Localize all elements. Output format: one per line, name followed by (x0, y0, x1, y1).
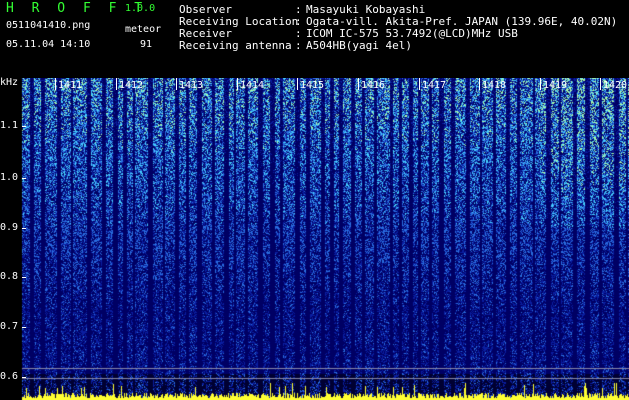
minute-tick (600, 78, 601, 90)
spectrogram-canvas (0, 78, 629, 400)
y-tick-mark (22, 377, 26, 378)
receiver-label: Receiver (179, 27, 232, 40)
location-value: Ogata-vill. Akita-Pref. JAPAN (139.96E, … (306, 15, 618, 28)
minute-label: 1411 (58, 80, 83, 91)
minute-tick (419, 78, 420, 90)
y-tick-label: 0.6 (0, 371, 19, 382)
y-tick-mark (22, 126, 26, 127)
minute-label: 1412 (119, 80, 144, 91)
observer-value: Masayuki Kobayashi (306, 3, 426, 16)
y-tick-label: 0.9 (0, 222, 19, 233)
minute-label: 1419 (543, 80, 568, 91)
antenna-label: Receiving antenna (179, 39, 292, 52)
minute-tick (237, 78, 238, 90)
observer-label: Observer (179, 3, 232, 16)
minute-label: 1418 (482, 80, 507, 91)
header-panel: H R O F F T 1.0.0 0511041410.png meteor … (0, 0, 629, 78)
minute-tick (479, 78, 480, 90)
y-unit-label: kHz (0, 77, 19, 88)
minute-tick (358, 78, 359, 90)
colon: : (295, 39, 302, 52)
minute-tick (55, 78, 56, 90)
y-tick-mark (22, 327, 26, 328)
minute-tick (540, 78, 541, 90)
minute-label: 1414 (240, 80, 265, 91)
location-label: Receiving Location (179, 15, 299, 28)
datetime: 05.11.04 14:10 (6, 39, 91, 50)
minute-label: 1416 (361, 80, 386, 91)
app-version: 1.0.0 (125, 3, 156, 14)
colon: : (295, 15, 302, 28)
antenna-value: A504HB(yagi 4el) (306, 39, 412, 52)
y-tick-label: 1.0 (0, 172, 19, 183)
y-tick-mark (22, 277, 26, 278)
minute-tick (176, 78, 177, 90)
y-tick-label: 0.8 (0, 271, 19, 282)
minute-label: 1417 (422, 80, 447, 91)
minute-tick (297, 78, 298, 90)
colon: : (295, 3, 302, 16)
receiver-value: ICOM IC-575 53.7492(@LCD)MHz USB (306, 27, 518, 40)
colon: : (295, 27, 302, 40)
y-tick-label: 1.1 (0, 120, 19, 131)
minute-label: 1415 (300, 80, 325, 91)
minute-tick (116, 78, 117, 90)
mode-label: meteor (125, 24, 162, 35)
y-tick-label: 0.7 (0, 321, 19, 332)
file-name: 0511041410.png (6, 20, 91, 31)
y-tick-mark (22, 178, 26, 179)
meteor-count: 91 (140, 39, 153, 50)
minute-label: 1420 (603, 80, 628, 91)
minute-label: 1413 (179, 80, 204, 91)
frequency-axis: kHz 1.1 1.0 0.9 0.8 0.7 0.6 (0, 78, 22, 400)
y-tick-mark (22, 228, 26, 229)
